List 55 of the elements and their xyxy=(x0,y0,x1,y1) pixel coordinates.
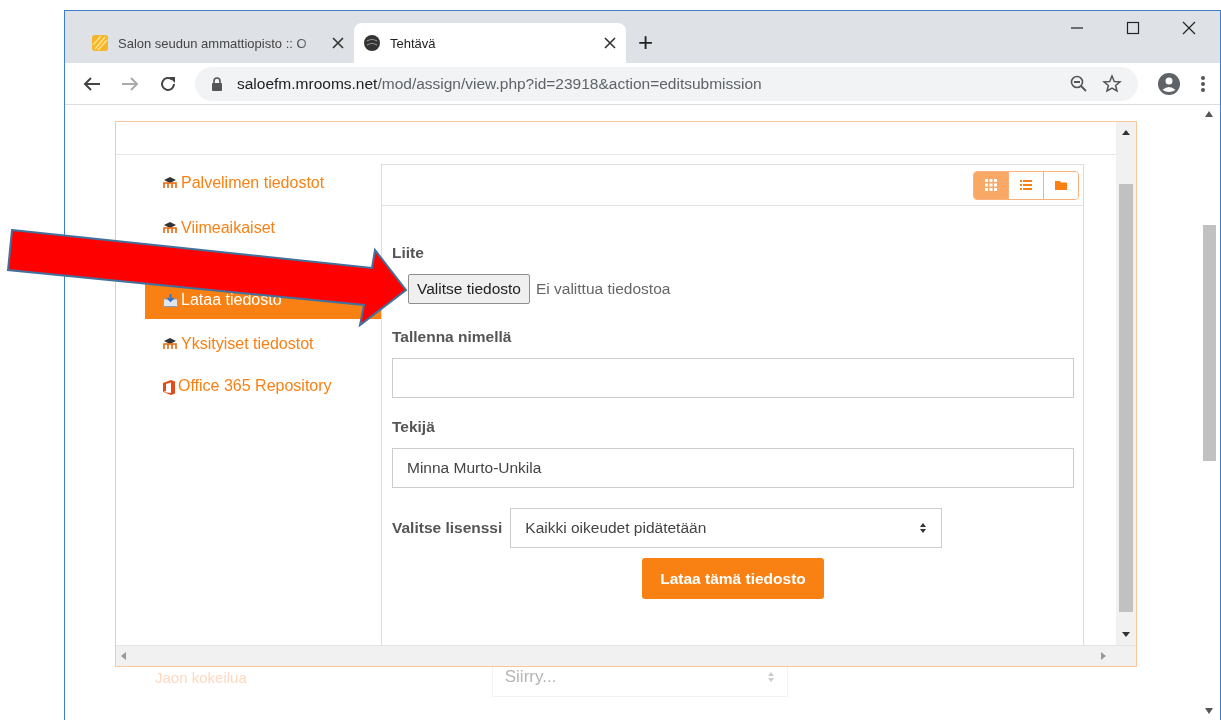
view-toggle-button[interactable] xyxy=(1043,171,1078,199)
browser-tab[interactable]: Salon seudun ammattiopisto :: O xyxy=(82,23,354,63)
scrollbar-thumb[interactable] xyxy=(1119,184,1133,612)
field-label: Liite xyxy=(392,244,425,262)
scroll-down-icon[interactable] xyxy=(1122,632,1130,637)
list-view-icon xyxy=(1020,179,1032,191)
zoom-out-icon[interactable] xyxy=(1070,74,1088,93)
field-label: Tallenna nimellä xyxy=(392,328,513,346)
close-icon[interactable] xyxy=(1182,21,1196,35)
close-icon[interactable] xyxy=(604,37,616,49)
maximize-icon[interactable] xyxy=(1126,21,1140,35)
address-bar[interactable]: saloefm.mrooms.net/mod/assign/view.php?id=23918&action=editsubmission xyxy=(195,66,1138,101)
cap-icon xyxy=(163,222,178,233)
repository-item[interactable]: Office 365 Repository xyxy=(145,367,381,409)
grid-view-icon xyxy=(985,179,997,191)
stripes-icon xyxy=(92,35,108,51)
sort-arrows-icon xyxy=(919,522,928,534)
author-input-field[interactable]: Minna Murto-Unkila xyxy=(392,448,1074,488)
office-icon xyxy=(163,380,175,395)
inbox-icon xyxy=(163,293,178,307)
more-menu-icon[interactable] xyxy=(1200,74,1206,93)
folder-icon xyxy=(1055,179,1067,191)
repository-item[interactable]: Palvelimen tiedostot xyxy=(145,164,381,209)
browser-tab[interactable]: Tehtävä xyxy=(354,23,626,63)
tab-title: Tehtävä xyxy=(390,35,437,51)
reload-icon[interactable] xyxy=(159,74,177,93)
tab-title: Salon seudun ammattiopisto :: O xyxy=(118,35,308,51)
swirl-icon xyxy=(364,35,380,51)
repository-item[interactable]: Viimeaikaiset xyxy=(145,209,381,243)
dialog-scrollbar[interactable] xyxy=(1116,122,1136,645)
lock-icon xyxy=(211,76,223,91)
close-icon[interactable] xyxy=(332,37,344,49)
account-icon[interactable] xyxy=(1158,72,1180,95)
cap-icon xyxy=(163,177,178,188)
repository-item[interactable]: Yksityiset tiedostot xyxy=(145,325,381,367)
back-arrow-icon[interactable] xyxy=(83,75,101,92)
url-text: saloefm.mrooms.net/mod/assign/view.php?id=23918&action=editsubmission xyxy=(237,74,763,93)
star-icon[interactable] xyxy=(1102,73,1122,94)
scrollbar-thumb[interactable] xyxy=(1203,225,1216,461)
file-status-text: Ei valittua tiedostoa xyxy=(535,280,671,298)
new-tab-button[interactable]: + xyxy=(638,29,654,55)
license-select[interactable]: Kaikki oikeudet pidätetään xyxy=(510,508,943,548)
select-value: Siirry... xyxy=(504,667,557,687)
scroll-down-icon[interactable] xyxy=(1205,708,1213,714)
scroll-up-icon[interactable] xyxy=(1205,111,1213,117)
field-label: Valitse lisenssi xyxy=(392,519,503,537)
page-link[interactable]: Jaon kokeilua xyxy=(155,668,247,686)
upload-file-button[interactable]: Lataa tämä tiedosto xyxy=(642,558,824,599)
choose-file-button[interactable]: Valitse tiedosto xyxy=(408,274,530,304)
field-label: Tekijä xyxy=(392,418,436,436)
cap-icon xyxy=(163,338,178,349)
filename-input-field[interactable] xyxy=(392,358,1074,398)
view-toggle-button[interactable] xyxy=(974,171,1008,199)
scroll-up-icon[interactable] xyxy=(1122,130,1130,135)
sort-arrows-icon xyxy=(766,671,775,683)
